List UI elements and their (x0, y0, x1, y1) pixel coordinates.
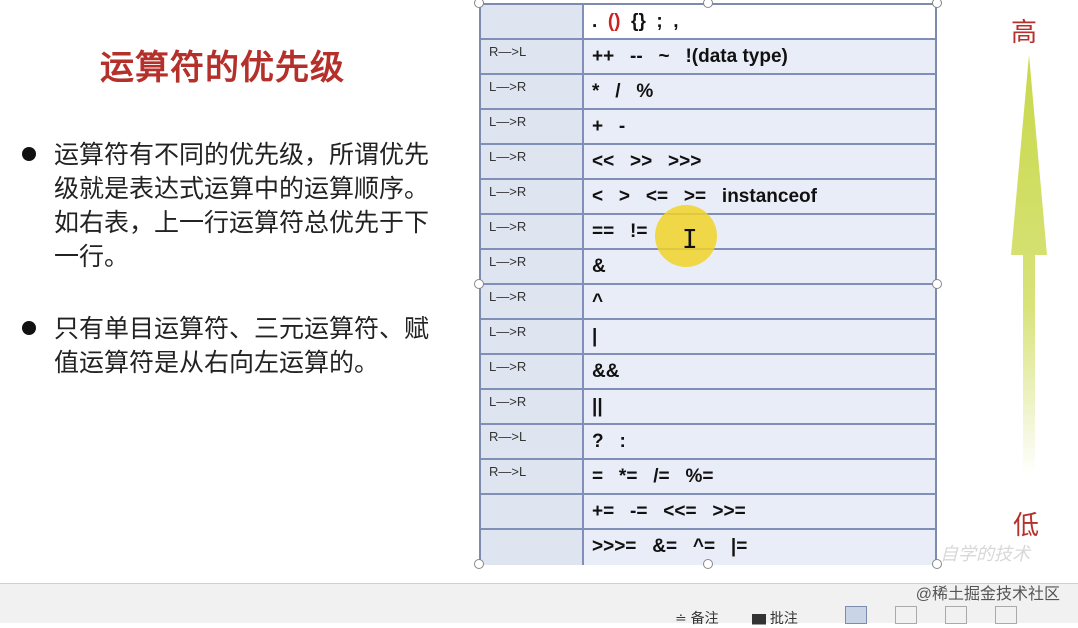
operators-cell: + - (584, 110, 935, 143)
table-row[interactable]: L—>R || (481, 390, 935, 425)
assoc-cell: L—>R (481, 355, 584, 388)
operators-cell: = *= /= %= (584, 460, 935, 493)
assoc-cell: L—>R (481, 110, 584, 143)
slideshow-icon[interactable] (995, 606, 1017, 624)
table-row[interactable]: L—>R << >> >>> (481, 145, 935, 180)
bullet-text: 运算符有不同的优先级，所谓优先级就是表达式运算中的运算顺序。如右表，上一行运算符… (54, 140, 430, 271)
assoc-cell: L—>R (481, 250, 584, 283)
assoc-cell (481, 530, 584, 565)
text-cursor-icon: I (682, 225, 698, 255)
normal-view-icon[interactable] (845, 606, 867, 624)
red-parens: () (607, 11, 621, 32)
assoc-cell: L—>R (481, 285, 584, 318)
assoc-cell (481, 5, 584, 38)
operators-cell: ++ -- ~ !(data type) (584, 40, 935, 73)
bullet-text: 只有单目运算符、三元运算符、赋值运算符是从右向左运算的。 (54, 314, 430, 377)
bullet-item: 运算符有不同的优先级，所谓优先级就是表达式运算中的运算顺序。如右表，上一行运算符… (22, 138, 452, 274)
operators-cell: ^ (584, 285, 935, 318)
assoc-cell (481, 495, 584, 528)
slide: 运算符的优先级 运算符有不同的优先级，所谓优先级就是表达式运算中的运算顺序。如右… (0, 0, 1078, 583)
status-bar: @稀土掘金技术社区 ≐ 备注 ▆ 批注 (0, 583, 1078, 626)
assoc-cell: L—>R (481, 320, 584, 353)
table-row[interactable]: += -= <<= >>= (481, 495, 935, 530)
operators-cell: < > <= >= instanceof (584, 180, 935, 213)
bullet-dot-icon (22, 147, 36, 161)
table-row[interactable]: . () {} ; , (481, 5, 935, 40)
bullet-dot-icon (22, 321, 36, 335)
operators-cell: * / % (584, 75, 935, 108)
operators-cell: . () {} ; , (584, 5, 935, 38)
high-label: 高 (1011, 18, 1038, 48)
table-row[interactable]: L—>R ^ (481, 285, 935, 320)
table-row[interactable]: R—>L? : (481, 425, 935, 460)
reading-view-icon[interactable] (945, 606, 967, 624)
table-row[interactable]: R—>L ++ -- ~ !(data type) (481, 40, 935, 75)
assoc-cell: L—>R (481, 75, 584, 108)
operators-cell: += -= <<= >>= (584, 495, 935, 528)
operators-cell: == != (584, 215, 935, 248)
priority-arrow-icon (1011, 55, 1047, 475)
slide-title: 运算符的优先级 (100, 48, 345, 88)
table-row[interactable]: L—>R && (481, 355, 935, 390)
assoc-cell: R—>L (481, 40, 584, 73)
bullet-item: 只有单目运算符、三元运算符、赋值运算符是从右向左运算的。 (22, 312, 452, 380)
resize-handle[interactable] (474, 559, 484, 569)
operators-cell: >>>= &= ^= |= (584, 530, 935, 565)
operators-cell: & (584, 250, 935, 283)
precedence-table[interactable]: . () {} ; , R—>L ++ -- ~ !(data type) L—>R *… (479, 3, 937, 565)
assoc-cell: L—>R (481, 390, 584, 423)
resize-handle[interactable] (474, 279, 484, 289)
bullet-list: 运算符有不同的优先级，所谓优先级就是表达式运算中的运算顺序。如右表，上一行运算符… (22, 138, 452, 418)
notes-button[interactable]: ≐ 备注 (675, 608, 719, 628)
slide-sorter-icon[interactable] (895, 606, 917, 624)
resize-handle[interactable] (932, 0, 942, 8)
assoc-cell: L—>R (481, 180, 584, 213)
table-row[interactable]: L—>R | (481, 320, 935, 355)
credit-text: @稀土掘金技术社区 (915, 586, 1060, 603)
operators-cell: || (584, 390, 935, 423)
table-row[interactable]: L—>R * / % (481, 75, 935, 110)
operators-cell: ? : (584, 425, 935, 458)
table-row[interactable]: L—>R + - (481, 110, 935, 145)
assoc-cell: L—>R (481, 145, 584, 178)
assoc-cell: L—>R (481, 215, 584, 248)
operators-cell: << >> >>> (584, 145, 935, 178)
table-row[interactable]: L—>R < > <= >= instanceof (481, 180, 935, 215)
assoc-cell: R—>L (481, 460, 584, 493)
low-label: 低 (1013, 511, 1040, 541)
table-row[interactable]: R—>L = *= /= %= (481, 460, 935, 495)
watermark: 自学的技术 (940, 544, 1030, 565)
comments-button[interactable]: ▆ 批注 (752, 608, 798, 628)
operators-cell: && (584, 355, 935, 388)
assoc-cell: R—>L (481, 425, 584, 458)
resize-handle[interactable] (932, 279, 942, 289)
resize-handle[interactable] (703, 559, 713, 569)
operators-cell: | (584, 320, 935, 353)
